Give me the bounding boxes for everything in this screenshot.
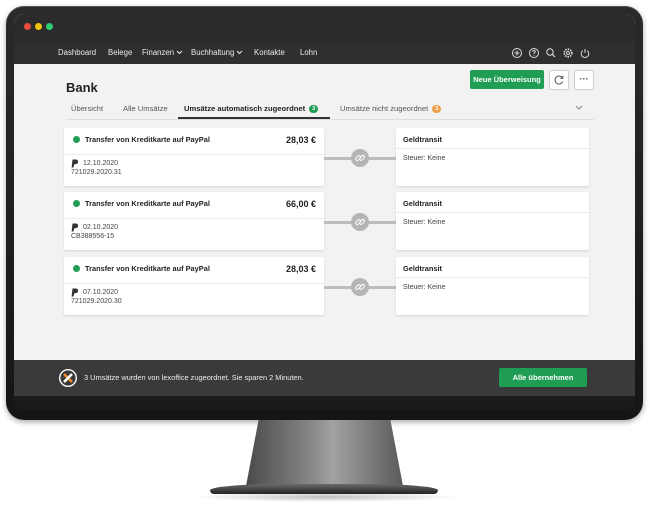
card-divider <box>64 218 324 219</box>
link-icon <box>355 219 365 225</box>
tab-unassigned[interactable]: Umsätze nicht zugeordnet 3 <box>340 104 442 113</box>
assignment-message: 3 Umsätze wurden von lexoffice zugeordne… <box>84 373 304 382</box>
assignment-notification-bar: 3 Umsätze wurden von lexoffice zugeordne… <box>14 360 635 396</box>
tab-overview[interactable]: Übersicht <box>71 104 103 113</box>
booking-account-card[interactable]: Geldtransit Steuer: Keine <box>396 128 589 186</box>
paypal-icon <box>71 288 79 297</box>
transaction-amount: 66,00 € <box>285 199 316 209</box>
transaction-date: 07.10.2020 <box>83 289 119 296</box>
tab-auto-assigned[interactable]: Umsätze automatisch zugeordnet 3 <box>184 104 319 113</box>
matched-status-dot <box>73 136 80 143</box>
nav-item-kontakte[interactable]: Kontakte <box>254 42 285 64</box>
transaction-reference: 721029.2020.30 <box>71 298 122 305</box>
booking-account-name: Geldtransit <box>403 135 443 144</box>
auto-assigned-count-badge: 3 <box>309 105 319 113</box>
card-divider <box>64 154 324 155</box>
nav-item-finanzen-label: Finanzen <box>142 48 175 57</box>
card-divider <box>396 212 589 213</box>
transaction-title: Transfer von Kreditkarte auf PayPal <box>85 264 210 273</box>
settings-icon[interactable] <box>562 47 574 59</box>
link-icon <box>355 284 365 290</box>
active-tab-indicator <box>178 117 330 119</box>
booking-account-name: Geldtransit <box>403 264 443 273</box>
page-title: Bank <box>66 80 98 95</box>
chevron-down-icon[interactable] <box>575 105 583 111</box>
paypal-icon <box>71 159 79 168</box>
monitor-frame: Dashboard Belege Finanzen Buchhaltung Ko… <box>6 6 643 420</box>
link-button[interactable] <box>351 278 369 296</box>
link-icon <box>355 155 365 161</box>
transaction-amount: 28,03 € <box>285 264 316 274</box>
transaction-card[interactable]: Transfer von Kreditkarte auf PayPal 28,0… <box>64 257 324 315</box>
matched-status-dot <box>73 200 80 207</box>
monitor-stand-neck <box>246 420 403 486</box>
chevron-down-icon <box>176 50 183 55</box>
nav-item-buchhaltung[interactable]: Buchhaltung <box>191 42 243 64</box>
close-window-dot[interactable] <box>24 23 31 30</box>
booking-account-card[interactable]: Geldtransit Steuer: Keine <box>396 192 589 250</box>
maximize-window-dot[interactable] <box>46 23 53 30</box>
card-divider <box>396 148 589 149</box>
transaction-title: Transfer von Kreditkarte auf PayPal <box>85 199 210 208</box>
unassigned-count-badge: 3 <box>432 105 442 113</box>
lexoffice-logo-icon <box>59 369 77 387</box>
tax-info: Steuer: Keine <box>403 155 446 162</box>
tax-info: Steuer: Keine <box>403 284 446 291</box>
main-navigation: Dashboard Belege Finanzen Buchhaltung Ko… <box>14 42 635 64</box>
transaction-reference: CB388556-15 <box>71 233 115 240</box>
transaction-date: 02.10.2020 <box>83 224 119 231</box>
window-titlebar <box>14 14 635 42</box>
tab-unassigned-label: Umsätze nicht zugeordnet <box>340 104 429 113</box>
more-options-button[interactable]: ··· <box>574 70 594 90</box>
accept-all-button[interactable]: Alle übernehmen <box>499 368 587 387</box>
booking-account-card[interactable]: Geldtransit Steuer: Keine <box>396 257 589 315</box>
transaction-reference: 721029.2020.31 <box>71 169 122 176</box>
nav-item-lohn[interactable]: Lohn <box>300 42 317 64</box>
transaction-amount: 28,03 € <box>285 135 316 145</box>
nav-item-belege[interactable]: Belege <box>108 42 132 64</box>
plus-circle-icon[interactable] <box>511 47 523 59</box>
chevron-down-icon <box>237 50 243 55</box>
nav-item-dashboard[interactable]: Dashboard <box>58 42 96 64</box>
more-options-label: ··· <box>579 74 589 84</box>
link-button[interactable] <box>351 213 369 231</box>
nav-item-finanzen[interactable]: Finanzen <box>142 42 183 64</box>
refresh-icon <box>554 75 564 85</box>
matched-status-dot <box>73 265 80 272</box>
app-screen: Dashboard Belege Finanzen Buchhaltung Ko… <box>14 14 635 396</box>
transaction-date: 12.10.2020 <box>83 160 119 167</box>
tab-all-transactions[interactable]: Alle Umsätze <box>123 104 168 113</box>
search-icon[interactable] <box>545 47 557 59</box>
help-icon[interactable] <box>528 47 540 59</box>
paypal-icon <box>71 223 79 232</box>
card-divider <box>396 277 589 278</box>
tax-info: Steuer: Keine <box>403 219 446 226</box>
nav-item-buchhaltung-label: Buchhaltung <box>191 48 235 57</box>
minimize-window-dot[interactable] <box>35 23 42 30</box>
tab-auto-assigned-label: Umsätze automatisch zugeordnet <box>184 104 306 113</box>
monitor-chin <box>14 396 635 410</box>
tabs-divider <box>66 119 594 120</box>
new-transfer-button[interactable]: Neue Überweisung <box>470 70 544 89</box>
booking-account-name: Geldtransit <box>403 199 443 208</box>
link-button[interactable] <box>351 149 369 167</box>
card-divider <box>64 283 324 284</box>
power-icon[interactable] <box>579 47 591 59</box>
refresh-button[interactable] <box>549 70 569 90</box>
monitor-stand-base <box>210 484 438 494</box>
transaction-title: Transfer von Kreditkarte auf PayPal <box>85 135 210 144</box>
transaction-card[interactable]: Transfer von Kreditkarte auf PayPal 28,0… <box>64 128 324 186</box>
transaction-card[interactable]: Transfer von Kreditkarte auf PayPal 66,0… <box>64 192 324 250</box>
